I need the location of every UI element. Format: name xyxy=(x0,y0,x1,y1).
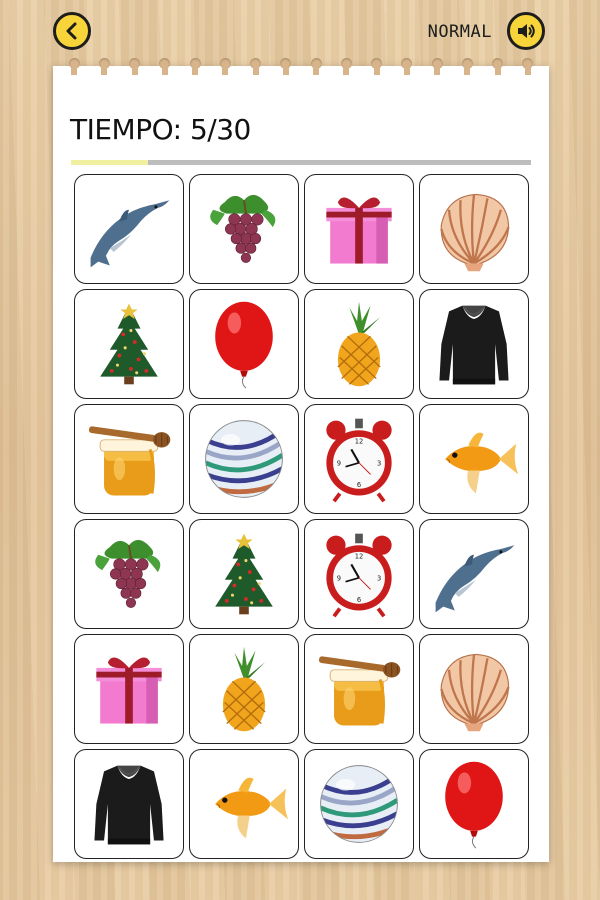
card-honey[interactable] xyxy=(74,404,184,514)
gift-icon xyxy=(326,197,392,264)
svg-text:6: 6 xyxy=(357,596,361,604)
honey-icon xyxy=(88,426,171,496)
shell-icon xyxy=(440,193,510,272)
shell-icon xyxy=(440,653,510,732)
card-pineapple[interactable] xyxy=(304,289,414,399)
card-christmas-tree[interactable] xyxy=(74,289,184,399)
difficulty-label: NORMAL xyxy=(427,22,492,42)
goldfish-icon xyxy=(445,432,519,494)
marble-icon xyxy=(205,420,283,498)
card-alarm-clock[interactable]: 12 3 6 9 xyxy=(304,404,414,514)
svg-text:9: 9 xyxy=(337,460,341,468)
card-goldfish[interactable] xyxy=(419,404,529,514)
honey-icon xyxy=(318,656,401,726)
timer-label: TIEMPO: 5/30 xyxy=(70,113,251,146)
card-sweater[interactable] xyxy=(419,289,529,399)
pineapple-icon xyxy=(337,301,381,387)
chevron-left-icon xyxy=(66,22,77,40)
card-goldfish[interactable] xyxy=(189,749,299,859)
marble-icon xyxy=(320,765,398,843)
spiral-perforations xyxy=(53,58,549,80)
notepad-panel: TIEMPO: 5/30 12 3 6 9 12 3 6 9 xyxy=(53,58,549,862)
grapes-icon xyxy=(95,539,161,608)
time-progress-fill xyxy=(71,160,148,165)
card-balloon[interactable] xyxy=(189,289,299,399)
balloon-icon xyxy=(215,301,273,389)
card-dolphin[interactable] xyxy=(419,519,529,629)
card-christmas-tree[interactable] xyxy=(189,519,299,629)
svg-text:9: 9 xyxy=(337,575,341,583)
svg-text:3: 3 xyxy=(377,460,381,468)
card-shell[interactable] xyxy=(419,174,529,284)
christmas-tree-icon xyxy=(215,533,273,615)
back-button[interactable] xyxy=(53,12,91,50)
grapes-icon xyxy=(210,194,276,263)
card-alarm-clock[interactable]: 12 3 6 9 xyxy=(304,519,414,629)
gift-icon xyxy=(96,657,162,724)
svg-text:3: 3 xyxy=(377,575,381,583)
card-gift[interactable] xyxy=(304,174,414,284)
christmas-tree-icon xyxy=(100,303,158,385)
alarm-clock-icon: 12 3 6 9 xyxy=(326,533,392,618)
speaker-icon xyxy=(518,24,535,38)
card-honey[interactable] xyxy=(304,634,414,744)
balloon-icon xyxy=(445,761,503,849)
card-pineapple[interactable] xyxy=(189,634,299,744)
sweater-icon xyxy=(439,305,509,385)
dolphin-icon xyxy=(90,200,170,268)
card-grid: 12 3 6 9 12 3 6 9 xyxy=(74,174,529,862)
card-grapes[interactable] xyxy=(189,174,299,284)
card-marble[interactable] xyxy=(189,404,299,514)
card-shell[interactable] xyxy=(419,634,529,744)
card-balloon[interactable] xyxy=(419,749,529,859)
sound-button[interactable] xyxy=(507,12,545,50)
svg-text:12: 12 xyxy=(355,438,364,446)
card-dolphin[interactable] xyxy=(74,174,184,284)
svg-text:12: 12 xyxy=(355,553,364,561)
svg-text:6: 6 xyxy=(357,481,361,489)
card-grapes[interactable] xyxy=(74,519,184,629)
card-sweater[interactable] xyxy=(74,749,184,859)
time-progress-bar xyxy=(71,160,531,165)
card-gift[interactable] xyxy=(74,634,184,744)
dolphin-icon xyxy=(435,545,515,613)
goldfish-icon xyxy=(215,777,289,839)
card-marble[interactable] xyxy=(304,749,414,859)
pineapple-icon xyxy=(222,646,266,732)
alarm-clock-icon: 12 3 6 9 xyxy=(326,418,392,503)
sweater-icon xyxy=(94,765,164,845)
